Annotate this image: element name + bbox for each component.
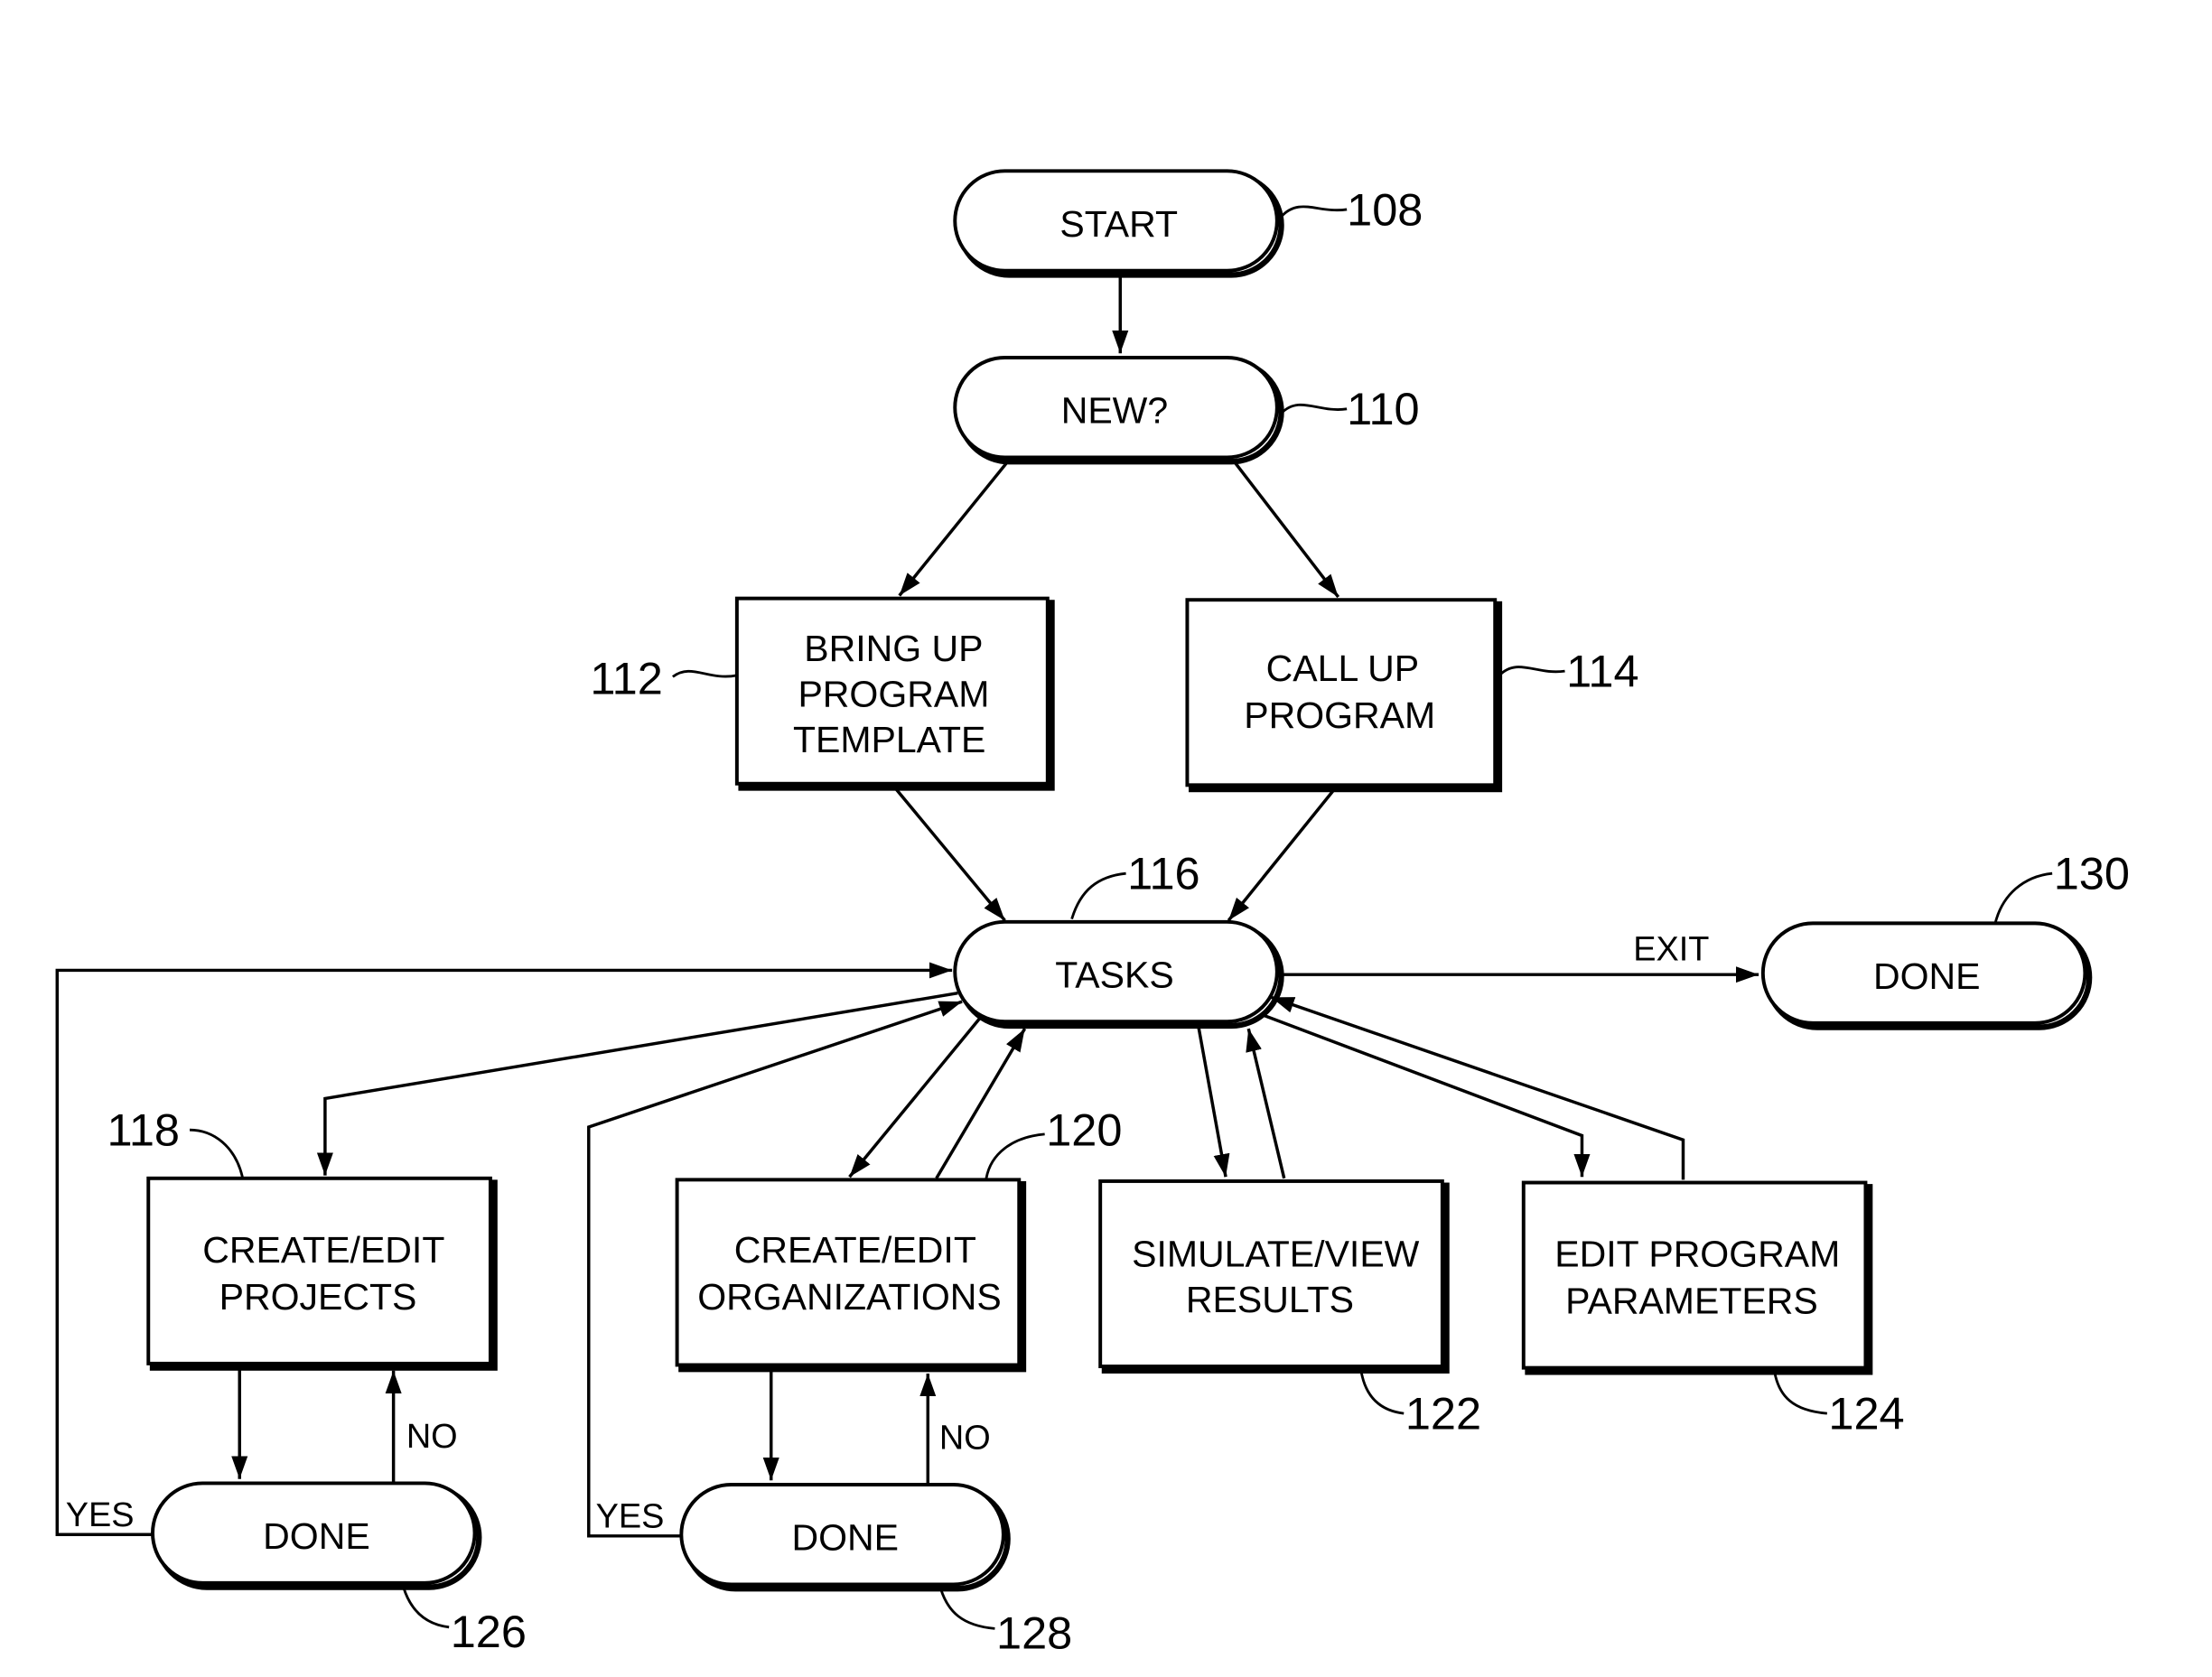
ref-112: 112 <box>590 652 662 703</box>
leader-114 <box>1498 666 1565 676</box>
leader-128 <box>939 1588 995 1630</box>
edge-label-no-126: NO <box>406 1418 458 1456</box>
leader-118 <box>189 1128 244 1178</box>
node-simulate-view-results: SIMULATE/VIEW RESULTS <box>1098 1179 1450 1374</box>
edge-new-callup <box>1233 461 1340 599</box>
ref-114: 114 <box>1566 645 1638 696</box>
node-done-projects-label: DONE <box>263 1515 370 1557</box>
node-start-label: START <box>1059 203 1178 245</box>
node-projects-line-1: CREATE/EDIT <box>202 1229 444 1271</box>
node-bring-up-line-2: PROGRAM <box>798 674 989 715</box>
node-done-orgs-label: DONE <box>792 1517 900 1559</box>
ref-126: 126 <box>451 1606 527 1657</box>
node-simulate-line-1: SIMULATE/VIEW <box>1132 1234 1420 1275</box>
ref-120: 120 <box>1046 1104 1122 1156</box>
node-editparams-line-1: EDIT PROGRAM <box>1554 1234 1840 1275</box>
leader-130 <box>1993 871 2053 924</box>
node-call-up-program: CALL UP PROGRAM <box>1185 598 1503 793</box>
edge-label-yes-126: YES <box>66 1496 135 1534</box>
ref-116: 116 <box>1127 848 1199 899</box>
edge-bringup-tasks <box>893 787 1006 922</box>
edge-orgs-tasks <box>935 1028 1027 1179</box>
leader-122 <box>1359 1370 1405 1415</box>
leader-108 <box>1280 205 1348 218</box>
leader-124 <box>1773 1370 1827 1415</box>
edge-label-exit: EXIT <box>1633 930 1709 968</box>
edge-tasks-projects <box>316 991 958 1176</box>
edge-label-yes-128: YES <box>596 1497 665 1535</box>
node-orgs-line-1: CREATE/EDIT <box>734 1229 976 1271</box>
edge-new-bringup <box>898 461 1009 597</box>
node-projects-line-2: PROJECTS <box>219 1276 417 1318</box>
node-create-edit-projects: CREATE/EDIT PROJECTS <box>146 1176 498 1371</box>
node-bring-up-line-1: BRING UP <box>804 628 983 669</box>
node-bring-up-line-3: TEMPLATE <box>793 719 985 760</box>
leader-120 <box>985 1132 1045 1179</box>
ref-110: 110 <box>1347 383 1419 434</box>
ref-130: 130 <box>2054 848 2130 899</box>
node-done-exit: DONE <box>1760 921 2093 1030</box>
leader-110 <box>1280 403 1348 415</box>
ref-108: 108 <box>1347 183 1423 235</box>
leader-112 <box>672 669 738 678</box>
leader-126 <box>402 1587 450 1629</box>
node-create-edit-organizations: CREATE/EDIT ORGANIZATIONS <box>675 1178 1027 1373</box>
node-editparams-line-2: PARAMETERS <box>1565 1281 1818 1322</box>
node-tasks-label: TASKS <box>1055 954 1173 995</box>
edge-callup-tasks <box>1227 787 1337 922</box>
node-done-orgs: DONE <box>679 1483 1011 1592</box>
node-start: START <box>953 169 1284 278</box>
ref-124: 124 <box>1828 1387 1904 1439</box>
edge-tasks-simulate <box>1197 1027 1230 1178</box>
node-call-up-line-1: CALL UP <box>1266 648 1419 689</box>
flowchart: EXIT YES NO YES NO START 108 NEW? 110 BR… <box>55 169 2130 1658</box>
edge-simulate-tasks <box>1246 1028 1286 1179</box>
ref-128: 128 <box>996 1607 1072 1658</box>
node-edit-program-parameters: EDIT PROGRAM PARAMETERS <box>1521 1180 1873 1375</box>
node-new: NEW? <box>953 356 1284 465</box>
edge-label-no-128: NO <box>939 1420 991 1458</box>
node-call-up-line-2: PROGRAM <box>1244 694 1435 736</box>
node-new-label: NEW? <box>1061 390 1169 432</box>
ref-122: 122 <box>1405 1387 1481 1439</box>
ref-118: 118 <box>107 1104 180 1156</box>
node-simulate-line-2: RESULTS <box>1186 1279 1354 1320</box>
node-bring-up-template: BRING UP PROGRAM TEMPLATE <box>734 596 1055 791</box>
node-done-projects: DONE <box>151 1481 482 1590</box>
edge-tasks-orgs <box>848 1016 982 1179</box>
leader-116 <box>1070 871 1126 920</box>
edge-editparams-tasks <box>1270 995 1685 1180</box>
node-tasks: TASKS <box>953 919 1284 1029</box>
node-done-exit-label: DONE <box>1873 955 1981 997</box>
node-orgs-line-2: ORGANIZATIONS <box>697 1276 1001 1318</box>
edge-tasks-editparams <box>1260 1012 1591 1178</box>
